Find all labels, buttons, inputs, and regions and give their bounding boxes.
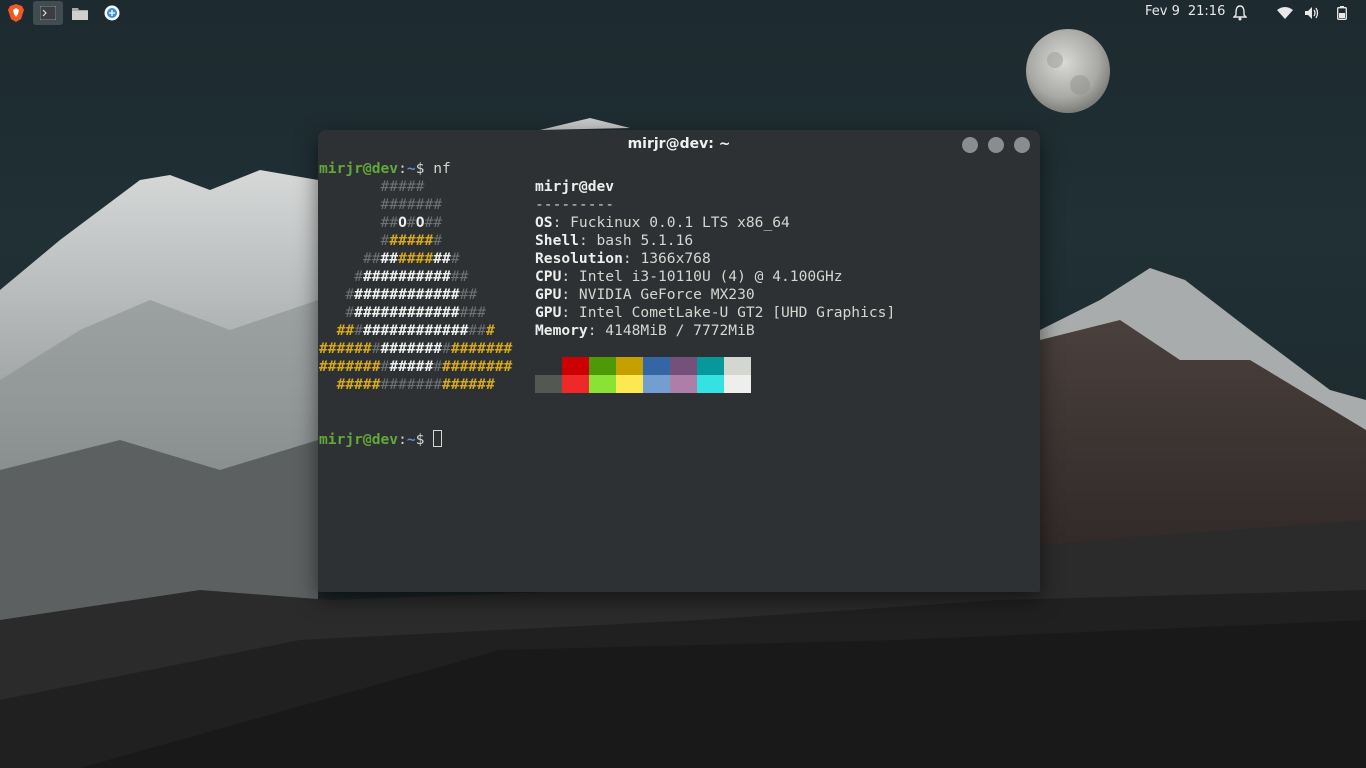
window-title: mirjr@dev: ~	[627, 136, 731, 152]
info-line-gpu: GPU: NVIDIA GeForce MX230	[535, 286, 755, 304]
info-key: OS	[535, 214, 553, 231]
ascii-logo-row: #######	[380, 232, 443, 249]
palette-bottom-swatch-0	[535, 375, 562, 393]
prompt-path: ~	[406, 160, 416, 177]
prompt-path: ~	[406, 431, 416, 448]
terminal-content[interactable]: mirjr@dev:~$ nf ##### ####### ##O#O## ##…	[318, 158, 1040, 592]
globe-icon	[104, 5, 120, 21]
info-value: : Intel CometLake-U GT2 [UHD Graphics]	[561, 304, 896, 321]
web-launcher[interactable]	[97, 1, 127, 25]
notifications-indicator[interactable]	[1231, 4, 1249, 22]
info-line-resolution: Resolution: 1366x768	[535, 250, 711, 268]
wifi-indicator[interactable]	[1276, 4, 1294, 22]
ascii-logo-row: ################	[345, 304, 486, 321]
clock-time: 21:16	[1187, 4, 1226, 19]
clock[interactable]: Fev 9 21:16	[1145, 4, 1225, 19]
terminal-launcher[interactable]	[33, 1, 63, 25]
ascii-logo-row: ##################	[336, 376, 495, 393]
bell-icon	[1233, 5, 1247, 21]
palette-bottom-swatch-3	[616, 375, 643, 393]
ascii-logo-row: #############	[354, 268, 469, 285]
top-panel: Fev 9 21:16	[0, 0, 1366, 26]
maximize-button[interactable]	[988, 137, 1004, 153]
folder-icon	[72, 8, 88, 20]
info-value: : bash 5.1.16	[578, 232, 694, 249]
palette-bottom-swatch-6	[697, 375, 724, 393]
info-value: : 4148MiB / 7772MiB	[587, 322, 755, 339]
prompt-user: mirjr@dev	[319, 160, 399, 177]
volume-icon	[1305, 7, 1319, 19]
info-separator: ---------	[535, 196, 615, 213]
info-line-memory: Memory: 4148MiB / 7772MiB	[535, 322, 755, 340]
palette-bottom-swatch-1	[562, 375, 589, 393]
close-button[interactable]	[1014, 137, 1030, 153]
palette-bottom-swatch-4	[643, 375, 670, 393]
info-key: GPU	[535, 286, 562, 303]
brave-browser-launcher[interactable]	[1, 1, 31, 25]
minimize-button[interactable]	[962, 137, 978, 153]
moon-image	[1026, 29, 1110, 113]
clock-date: Fev 9	[1145, 4, 1180, 19]
info-header: mirjr@dev	[535, 178, 615, 195]
ascii-logo-row: ###########	[362, 250, 460, 267]
info-line-cpu: CPU: Intel i3-10110U (4) @ 4.100GHz	[535, 268, 843, 286]
ascii-logo-row: ######################	[319, 358, 513, 375]
terminal-titlebar[interactable]: mirjr@dev: ~	[318, 130, 1040, 158]
palette-top-swatch-7	[724, 357, 751, 375]
info-key: Shell	[535, 232, 579, 249]
palette-top-swatch-4	[643, 357, 670, 375]
terminal-icon	[40, 6, 56, 20]
command-text: nf	[433, 160, 451, 177]
palette-top-swatch-2	[589, 357, 616, 375]
ascii-logo-row: ###############	[345, 286, 478, 303]
brave-icon	[8, 4, 24, 22]
info-key: GPU	[535, 304, 562, 321]
command-line: mirjr@dev:~$ nf	[319, 160, 451, 178]
info-line-os: OS: Fuckinux 0.0.1 LTS x86_64	[535, 214, 790, 232]
palette-top-swatch-6	[697, 357, 724, 375]
palette-top-swatch-1	[562, 357, 589, 375]
palette-top-swatch-3	[616, 357, 643, 375]
palette-top-swatch-0	[535, 357, 562, 375]
command-line-current: mirjr@dev:~$	[319, 430, 443, 448]
battery-indicator[interactable]	[1333, 4, 1351, 22]
info-value: : Fuckinux 0.0.1 LTS x86_64	[552, 214, 790, 231]
info-key: CPU	[535, 268, 562, 285]
info-key: Resolution	[535, 250, 623, 267]
prompt-symbol: $	[415, 160, 425, 177]
palette-bottom-swatch-5	[670, 375, 697, 393]
palette-bottom-swatch-7	[724, 375, 751, 393]
palette-bottom-swatch-2	[589, 375, 616, 393]
files-launcher[interactable]	[65, 1, 95, 25]
ascii-logo-row: ##O#O##	[380, 214, 443, 231]
volume-indicator[interactable]	[1303, 4, 1321, 22]
info-key: Memory	[535, 322, 588, 339]
info-value: : Intel i3-10110U (4) @ 4.100GHz	[561, 268, 843, 285]
info-value: : 1366x768	[622, 250, 711, 267]
palette-top-swatch-5	[670, 357, 697, 375]
text-cursor	[433, 430, 443, 447]
prompt-user: mirjr@dev	[319, 431, 399, 448]
ascii-logo-row: ######################	[319, 340, 513, 357]
info-line-gpu: GPU: Intel CometLake-U GT2 [UHD Graphics…	[535, 304, 895, 322]
terminal-window[interactable]: mirjr@dev: ~ mirjr@dev:~$ nf ##### #####…	[318, 130, 1040, 592]
battery-icon	[1337, 6, 1347, 20]
prompt-sep: :	[398, 160, 407, 177]
prompt-sep: :	[398, 431, 407, 448]
info-value: : NVIDIA GeForce MX230	[561, 286, 755, 303]
ascii-logo-row: #######	[380, 196, 443, 213]
ascii-logo-row: ##################	[336, 322, 495, 339]
prompt-symbol: $	[415, 431, 425, 448]
wifi-icon	[1277, 7, 1293, 19]
ascii-logo-row: #####	[380, 178, 425, 195]
info-line-shell: Shell: bash 5.1.16	[535, 232, 693, 250]
